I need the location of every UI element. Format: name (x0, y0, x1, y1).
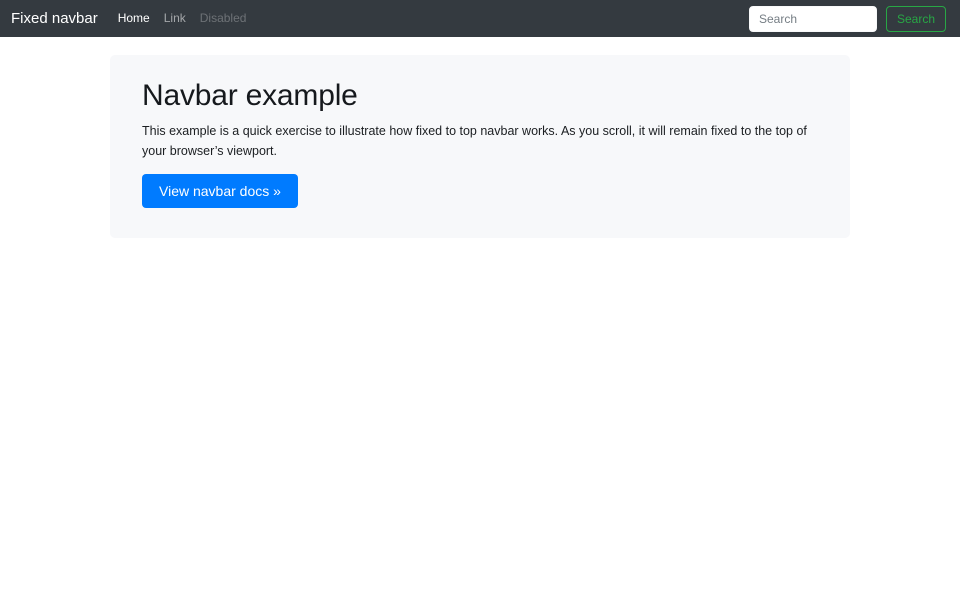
navbar-search-form: Search (749, 6, 946, 32)
navbar-nav: Home Link Disabled (111, 0, 254, 37)
top-navbar: Fixed navbar Home Link Disabled Search (0, 0, 960, 37)
nav-item-disabled: Disabled (193, 0, 254, 37)
nav-item-link[interactable]: Link (157, 0, 193, 37)
search-input[interactable] (749, 6, 877, 32)
search-button[interactable]: Search (886, 6, 946, 32)
jumbotron: Navbar example This example is a quick e… (110, 55, 850, 238)
page-title: Navbar example (142, 78, 818, 114)
nav-item-home[interactable]: Home (111, 0, 157, 37)
navbar-brand[interactable]: Fixed navbar (11, 0, 98, 37)
jumbotron-description: This example is a quick exercise to illu… (142, 121, 818, 161)
view-navbar-docs-button[interactable]: View navbar docs » (142, 174, 298, 208)
